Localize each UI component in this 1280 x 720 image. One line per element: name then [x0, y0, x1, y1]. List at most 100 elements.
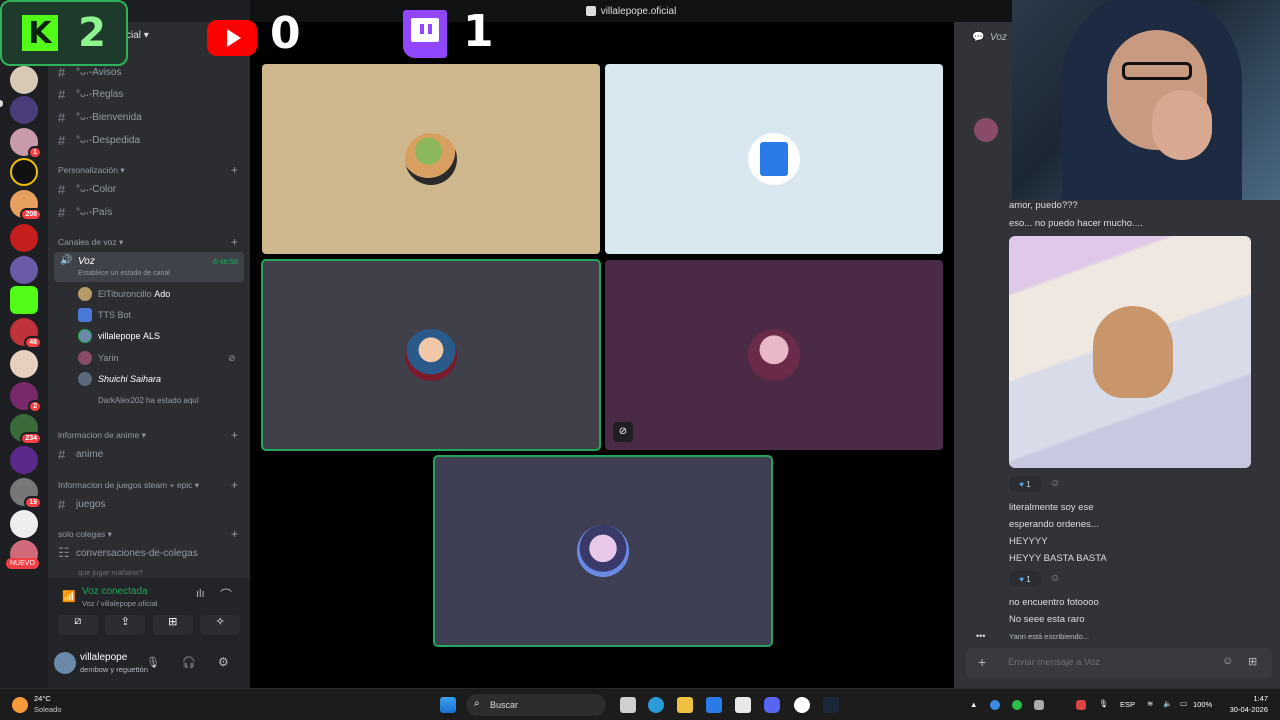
reaction-heart[interactable]: ♥ 1 [1009, 476, 1041, 492]
mic-tray-icon[interactable]: 🎙 [1099, 699, 1109, 708]
category-colegas[interactable]: solo colegas ▾ + [58, 527, 240, 541]
tray-app-icon[interactable] [1034, 700, 1044, 710]
wifi-icon[interactable]: ≋ [1147, 699, 1153, 708]
server-icon[interactable] [10, 66, 38, 94]
category-personalizacion[interactable]: Personalización ▾ + [58, 163, 240, 177]
server-icon[interactable]: 2 [10, 382, 42, 413]
twitch-count: 1 [463, 6, 494, 57]
discord-taskbar-icon[interactable] [764, 697, 780, 713]
add-reaction-icon[interactable]: ☺ [1050, 478, 1060, 489]
hash-icon: # [58, 204, 66, 220]
activities-icon[interactable]: ⊞ [152, 615, 193, 635]
server-icon[interactable] [10, 446, 38, 474]
muted-icon: ⊘ [613, 422, 633, 442]
headset-icon[interactable]: 🎧 [182, 656, 196, 669]
participant-tile-speaking[interactable] [261, 259, 601, 451]
server-badge: 234 [20, 432, 42, 445]
server-icon[interactable]: 48 [10, 318, 42, 349]
add-channel-icon[interactable]: + [231, 478, 238, 492]
category-voz[interactable]: Canales de voz ▾ + [58, 235, 240, 249]
settings-gear-icon[interactable]: ⚙ [218, 655, 229, 669]
add-channel-icon[interactable]: + [231, 527, 238, 541]
channel-pais[interactable]: # °ᴗ˖-País [58, 202, 242, 222]
user-name[interactable]: villalepope [80, 652, 127, 663]
server-icon[interactable] [10, 96, 38, 124]
user-avatar[interactable] [54, 652, 76, 674]
server-icon[interactable] [10, 510, 38, 538]
soundwave-icon[interactable]: ılı [196, 588, 205, 600]
server-badge: 19 [24, 496, 42, 509]
camera-off-icon[interactable]: ⧄ [57, 615, 98, 635]
weather-temp[interactable]: 24°C [34, 694, 51, 703]
clock-date[interactable]: 30-04-2026 [1214, 705, 1268, 714]
channel-color[interactable]: # °ᴗ˖-Color [58, 179, 242, 199]
server-icon[interactable]: 234 [10, 414, 42, 445]
edge-icon[interactable] [648, 697, 664, 713]
participant-tile[interactable] [605, 64, 943, 254]
weather-icon[interactable] [12, 697, 28, 713]
voice-user[interactable]: ElTiburoncillo Ado [78, 284, 170, 304]
attach-plus-icon[interactable]: + [978, 654, 986, 670]
store-icon[interactable] [706, 697, 722, 713]
channel-anime[interactable]: # anime [58, 444, 242, 464]
server-icon[interactable]: 208 [10, 190, 42, 221]
clock-time[interactable]: 1:47 [1228, 694, 1268, 703]
emoji-icon[interactable]: ☺ [1222, 655, 1233, 667]
voice-user[interactable]: villalepope ALS [78, 326, 160, 346]
category-juegos[interactable]: Informacion de juegos steam + epic ▾ + [58, 478, 240, 492]
battery-icon[interactable]: ▭ [1180, 699, 1187, 708]
channel-colegas[interactable]: ☷ conversaciones-de-colegas [58, 543, 242, 563]
tray-app-icon[interactable] [1076, 700, 1086, 710]
taskbar-search[interactable]: ⌕ Buscar [466, 694, 606, 716]
disconnect-icon[interactable]: ⌒ [220, 586, 232, 603]
participant-tile[interactable] [262, 64, 600, 254]
add-channel-icon[interactable]: + [231, 163, 238, 177]
tray-chevron-icon[interactable]: ▲ [970, 700, 977, 709]
voice-channel-voz[interactable]: 🔊 Voz 6:48:58 Establece un estado de can… [54, 252, 244, 282]
task-view-icon[interactable] [620, 697, 636, 713]
avatar[interactable] [974, 118, 998, 142]
server-icon[interactable]: 19 [10, 478, 42, 509]
soundboard-icon[interactable]: ✧ [200, 615, 241, 635]
channel-status[interactable]: Establece un estado de canal [78, 270, 170, 277]
server-icon[interactable] [10, 286, 38, 314]
mic-icon[interactable]: 🎙 [146, 656, 160, 669]
input-placeholder: Enviar mensaje a Voz [1008, 657, 1100, 668]
obs-icon[interactable] [794, 697, 810, 713]
windows-start-icon[interactable] [440, 697, 456, 713]
thread-item[interactable]: que jugar mañana? [78, 568, 143, 577]
add-reaction-icon[interactable]: ☺ [1050, 573, 1060, 584]
server-icon[interactable] [10, 256, 38, 284]
volume-icon[interactable]: 🔈 [1163, 699, 1172, 708]
message-input[interactable]: + Enviar mensaje a Voz ☺ ⊞ [966, 648, 1272, 678]
server-icon[interactable] [10, 350, 38, 378]
calendar-icon[interactable] [735, 697, 751, 713]
channel-bienvenida[interactable]: # °ᴗ˖-Bienvenida [58, 107, 242, 127]
reaction-heart[interactable]: ♥ 1 [1009, 571, 1041, 587]
add-channel-icon[interactable]: + [231, 235, 238, 249]
channel-juegos[interactable]: # juegos [58, 494, 242, 514]
channel-reglas[interactable]: # °ᴗ˖-Reglas [58, 84, 242, 104]
add-channel-icon[interactable]: + [231, 428, 238, 442]
category-anime[interactable]: informacion de anime ▾ + [58, 428, 240, 442]
bluetooth-icon[interactable] [990, 700, 1000, 710]
voice-user[interactable]: Yarin [78, 348, 118, 368]
tray-app-icon[interactable] [1012, 700, 1022, 710]
participant-tile[interactable]: ⊘ [605, 260, 943, 450]
voice-status[interactable]: Voz conectada [82, 586, 148, 597]
screen-share-icon[interactable]: ⇪ [105, 615, 146, 635]
server-icon[interactable] [10, 158, 38, 186]
voice-location[interactable]: Voz / villalepope.oficial [82, 599, 157, 608]
chat-image-attachment[interactable] [1009, 236, 1251, 468]
server-icon[interactable]: 1 [10, 128, 42, 159]
voice-user[interactable]: TTS Bot [78, 305, 131, 325]
voice-user[interactable]: Shuichi Saihara [78, 369, 161, 389]
server-name[interactable]: cial ▾ [126, 30, 149, 41]
apps-icon[interactable]: ⊞ [1248, 655, 1257, 668]
channel-despedida[interactable]: # °ᴗ˖-Despedida [58, 130, 242, 150]
language-indicator[interactable]: ESP [1120, 700, 1135, 709]
steam-icon[interactable] [823, 697, 839, 713]
file-explorer-icon[interactable] [677, 697, 693, 713]
server-icon[interactable] [10, 224, 38, 252]
participant-tile-speaking[interactable] [433, 455, 773, 647]
